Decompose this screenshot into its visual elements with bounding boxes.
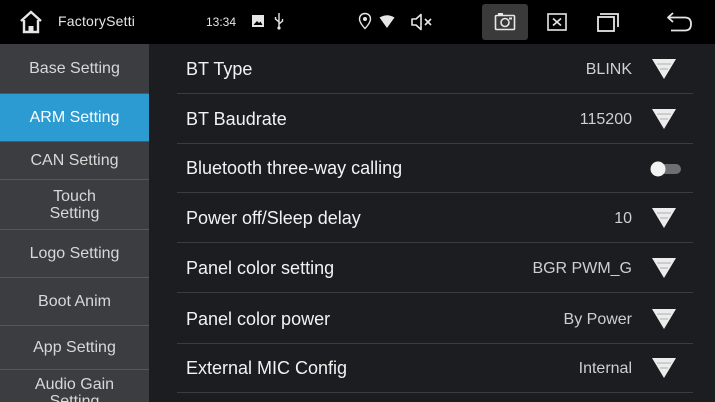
sidebar-item-label: Touch Setting <box>49 187 100 222</box>
setting-label: Panel color setting <box>186 258 335 278</box>
setting-value: 10 <box>614 210 632 227</box>
back-icon[interactable] <box>664 11 694 33</box>
recent-apps-icon[interactable] <box>595 11 621 33</box>
setting-row-bluetooth-three-way-calling[interactable]: Bluetooth three-way calling <box>177 144 693 193</box>
dropdown-arrow-icon[interactable] <box>651 307 677 331</box>
clock-time: 13:34 <box>206 15 237 29</box>
location-icon <box>358 12 372 30</box>
dropdown-arrow-icon[interactable] <box>651 107 677 131</box>
sidebar-item-boot-anim[interactable]: Boot Anim <box>0 278 149 326</box>
close-box-icon[interactable] <box>546 11 568 33</box>
sidebar-item-can-setting[interactable]: CAN Setting <box>0 142 149 180</box>
settings-list: BT Type BLINK BT Baudrate 115200 Bluetoo… <box>149 44 715 402</box>
setting-value: BLINK <box>585 61 632 78</box>
setting-value: 115200 <box>579 111 632 128</box>
setting-row-bt-type[interactable]: BT Type BLINK <box>177 45 693 94</box>
setting-label: External MIC Config <box>186 358 348 378</box>
setting-label: BT Type <box>186 59 253 79</box>
toggle-switch[interactable] <box>649 161 683 177</box>
wifi-icon <box>379 15 395 28</box>
dropdown-arrow-icon[interactable] <box>651 206 677 230</box>
setting-label: Bluetooth three-way calling <box>186 158 403 178</box>
sidebar-item-label: Boot Anim <box>38 293 111 310</box>
status-bar: FactorySetti 13:34 <box>0 0 715 44</box>
setting-row-panel-color-setting[interactable]: Panel color setting BGR PWM_G <box>177 244 693 293</box>
setting-value: Internal <box>578 360 632 377</box>
sidebar-item-label: App Setting <box>33 339 116 356</box>
dropdown-arrow-icon[interactable] <box>651 57 677 81</box>
sidebar-item-label: Logo Setting <box>29 245 120 262</box>
setting-label: Panel color power <box>186 309 331 329</box>
sidebar-item-arm-setting[interactable]: ARM Setting <box>0 94 149 142</box>
sidebar: Base Setting ARM Setting CAN Setting Tou… <box>0 44 149 402</box>
sidebar-item-touch-setting[interactable]: Touch Setting <box>0 180 149 230</box>
dropdown-arrow-icon[interactable] <box>651 256 677 280</box>
app-title: FactorySetti <box>58 13 136 29</box>
sidebar-item-label: CAN Setting <box>30 152 119 169</box>
sidebar-item-label: Audio Gain Setting <box>34 376 115 402</box>
setting-label: BT Baudrate <box>186 109 287 129</box>
setting-row-external-mic-config[interactable]: External MIC Config Internal <box>177 344 693 393</box>
setting-value: BGR PWM_G <box>532 260 632 277</box>
setting-row-bt-baudrate[interactable]: BT Baudrate 115200 <box>177 95 693 144</box>
setting-value: By Power <box>563 311 632 328</box>
usb-icon <box>274 13 284 30</box>
sidebar-item-logo-setting[interactable]: Logo Setting <box>0 230 149 278</box>
sidebar-item-base-setting[interactable]: Base Setting <box>0 44 149 94</box>
camera-icon <box>494 13 516 31</box>
sidebar-item-audio-gain-setting[interactable]: Audio Gain Setting <box>0 370 149 402</box>
sidebar-item-label: ARM Setting <box>29 109 120 126</box>
home-icon[interactable] <box>18 9 44 35</box>
volume-mute-icon[interactable] <box>409 11 435 33</box>
setting-row-power-off-sleep-delay[interactable]: Power off/Sleep delay 10 <box>177 194 693 243</box>
sidebar-item-label: Base Setting <box>29 60 120 77</box>
setting-row-panel-color-power[interactable]: Panel color power By Power <box>177 295 693 344</box>
setting-label: Power off/Sleep delay <box>186 208 361 228</box>
gallery-icon <box>252 15 264 27</box>
dropdown-arrow-icon[interactable] <box>651 356 677 380</box>
sidebar-item-app-setting[interactable]: App Setting <box>0 326 149 370</box>
